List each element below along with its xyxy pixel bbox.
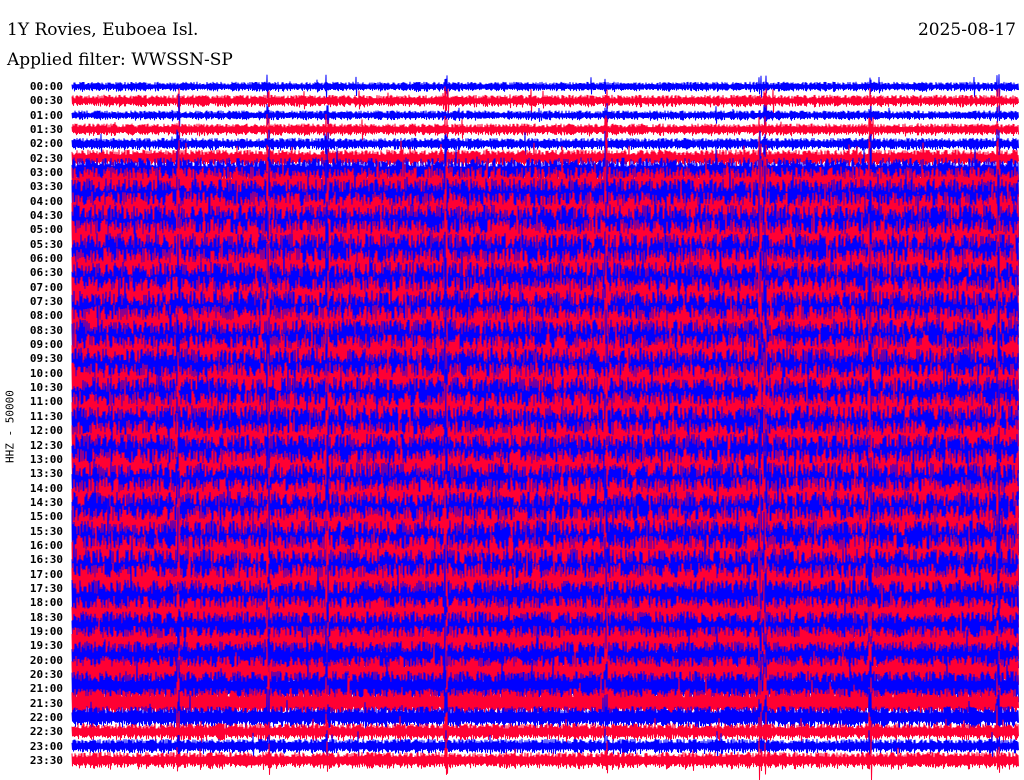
filter-label: Applied filter: WWSSN-SP bbox=[7, 50, 233, 70]
helicorder-plot bbox=[71, 74, 1019, 780]
